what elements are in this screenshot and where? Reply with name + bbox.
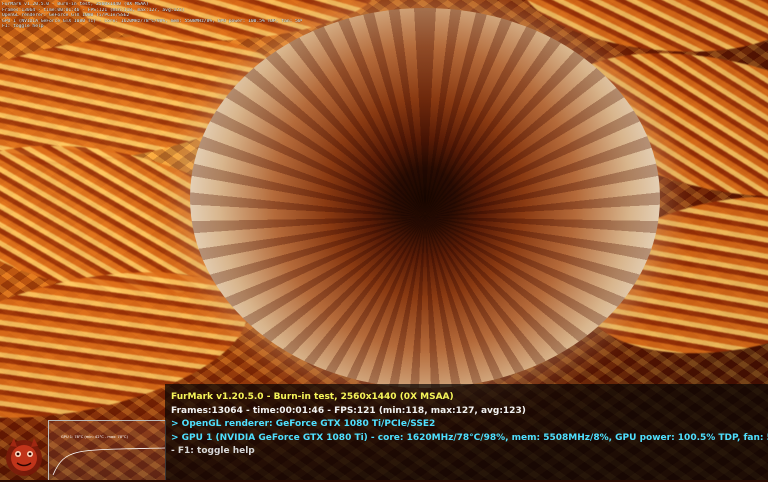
info-title: FurMark v1.20.5.0 - Burn-in test, 2560x1…: [171, 392, 454, 402]
top-overlay-line: GPU 1 (NVIDIA GeForce GTX 1080 Ti) - cor…: [2, 18, 302, 24]
info-frames: Frames:13064 - time:00:01:46 - FPS:121 (…: [171, 405, 526, 416]
top-overlay-text: FurMark v1.20.5.0 - Burn-in test, 2560x1…: [2, 2, 302, 30]
info-help: - F1: toggle help: [171, 446, 255, 456]
temperature-curve: [52, 447, 166, 476]
info-renderer: > OpenGL renderer: GeForce GTX 1080 Ti/P…: [171, 419, 436, 429]
info-gpu: > GPU 1 (NVIDIA GeForce GTX 1080 Ti) - c…: [171, 432, 768, 443]
fur-donut: [190, 8, 660, 388]
temperature-graph: GPU 1: 78°C (min: 42°C - max: 78°C): [48, 420, 166, 480]
top-overlay-line: F1: toggle help: [2, 24, 44, 30]
info-panel: FurMark v1.20.5.0 - Burn-in test, 2560x1…: [165, 384, 768, 480]
furmark-logo-icon: [2, 430, 46, 478]
